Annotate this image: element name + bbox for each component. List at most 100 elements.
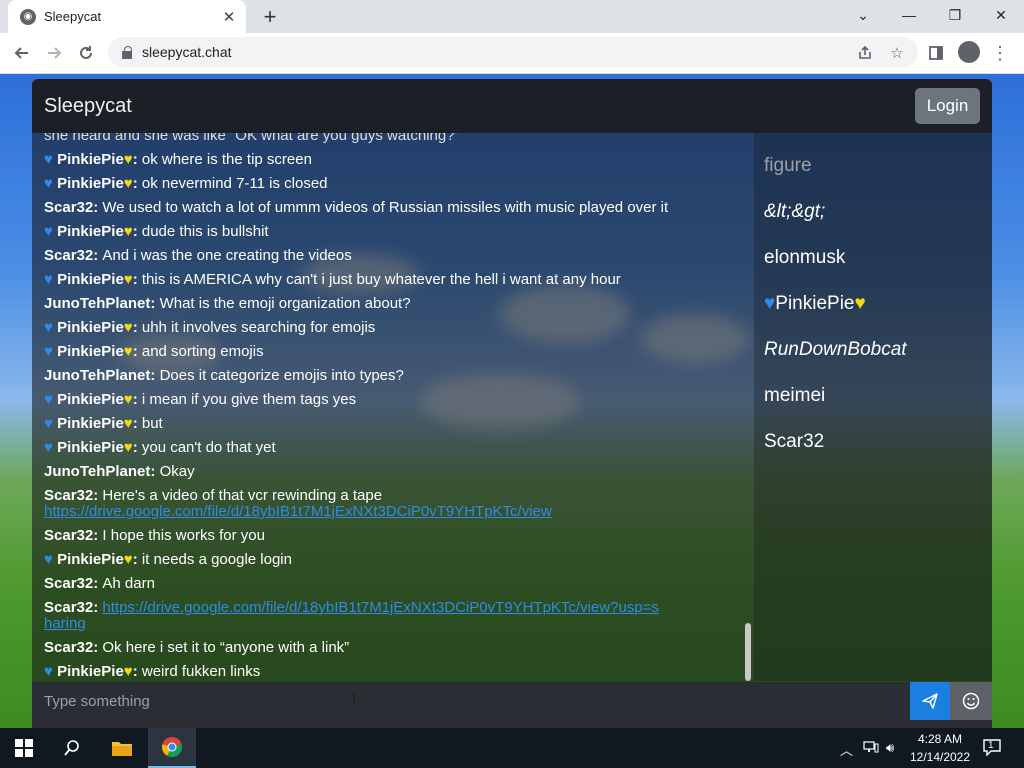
chat-message: ♥ PinkiePie♥: i mean if you give them ta… <box>44 388 744 412</box>
author-separator: : <box>150 295 160 312</box>
side-panel-icon[interactable] <box>922 39 950 67</box>
share-icon[interactable] <box>856 44 874 62</box>
chat-message: JunoTehPlanet: What is the emoji organiz… <box>44 292 744 316</box>
start-button[interactable] <box>0 728 48 768</box>
message-link[interactable]: https://drive.google.com/file/d/18ybIB1t… <box>44 599 659 632</box>
message-author[interactable]: PinkiePie <box>57 391 124 408</box>
notification-center-button[interactable]: 1 <box>982 738 1002 757</box>
tray-chevron-icon[interactable]: ︿ <box>840 740 853 759</box>
message-author[interactable]: PinkiePie <box>57 343 124 360</box>
close-window-button[interactable]: ✕ <box>978 0 1024 30</box>
tab-search-icon[interactable]: ⌄ <box>840 0 886 30</box>
message-author[interactable]: PinkiePie <box>57 319 124 336</box>
lock-icon[interactable] <box>120 45 134 59</box>
bookmark-star-icon[interactable]: ☆ <box>888 44 906 62</box>
menu-kebab-icon[interactable]: ⋮ <box>986 39 1014 67</box>
chat-message: ♥ PinkiePie♥: but <box>44 412 744 436</box>
windows-logo-icon <box>15 739 33 757</box>
taskbar-clock[interactable]: 4:28 AM 12/14/2022 <box>906 730 974 766</box>
message-author[interactable]: PinkiePie <box>57 663 124 680</box>
tab-close-icon[interactable]: ✕ <box>220 8 238 26</box>
profile-avatar-icon[interactable] <box>958 41 980 63</box>
message-author[interactable]: PinkiePie <box>57 151 124 168</box>
message-author[interactable]: PinkiePie <box>57 223 124 240</box>
user-list-item[interactable]: &lt;&gt; <box>764 201 825 223</box>
author-separator: : <box>93 575 103 592</box>
author-separator: : <box>93 639 103 656</box>
author-separator: : <box>132 663 142 680</box>
message-link[interactable]: https://drive.google.com/file/d/18ybIB1t… <box>44 503 552 520</box>
blue-heart-icon: ♥ <box>44 223 58 240</box>
blue-heart-icon: ♥ <box>44 319 58 336</box>
message-author[interactable]: PinkiePie <box>57 439 124 456</box>
volume-icon[interactable]: 🔊︎ <box>886 740 894 756</box>
blue-heart-icon: ♥ <box>44 271 58 288</box>
chat-message: ♥ PinkiePie♥: uhh it involves searching … <box>44 316 744 340</box>
new-tab-button[interactable]: + <box>256 4 284 30</box>
chat-scrollbar[interactable] <box>745 623 751 681</box>
message-text: ok where is the tip screen <box>141 151 312 168</box>
user-list-item[interactable]: Scar32 <box>764 431 824 453</box>
search-taskbar-button[interactable] <box>48 728 96 768</box>
message-author[interactable]: JunoTehPlanet <box>44 367 150 384</box>
forward-icon[interactable] <box>40 39 68 67</box>
user-list-item[interactable]: figure <box>764 155 812 177</box>
message-author[interactable]: PinkiePie <box>57 551 124 568</box>
back-icon[interactable] <box>8 39 36 67</box>
author-separator: : <box>93 527 103 544</box>
message-author[interactable]: Scar32 <box>44 487 93 504</box>
user-name: meimei <box>764 385 826 406</box>
message-input[interactable] <box>32 682 910 720</box>
address-bar[interactable]: sleepycat.chat ☆ <box>108 37 918 67</box>
chat-message: Scar32: I hope this works for you <box>44 524 744 548</box>
message-text: Here's a video of that vcr rewinding a t… <box>102 487 383 504</box>
message-author[interactable]: Scar32 <box>44 199 93 216</box>
user-list-item[interactable]: RunDownBobcat <box>764 339 907 361</box>
message-author[interactable]: PinkiePie <box>57 271 124 288</box>
message-author[interactable]: Scar32 <box>44 247 93 264</box>
yellow-heart-icon: ♥ <box>123 663 133 680</box>
yellow-heart-icon: ♥ <box>123 319 133 336</box>
message-text: weird fukken links <box>141 663 261 680</box>
message-author[interactable]: Scar32 <box>44 639 93 656</box>
reload-icon[interactable] <box>72 39 100 67</box>
message-text: but <box>141 415 163 432</box>
app-title: Sleepycat <box>44 95 132 117</box>
login-button[interactable]: Login <box>915 88 980 124</box>
network-icon[interactable] <box>863 740 879 757</box>
user-name: elonmusk <box>764 247 846 268</box>
emoji-button[interactable] <box>950 682 992 720</box>
file-explorer-button[interactable] <box>98 728 146 768</box>
url-text[interactable]: sleepycat.chat <box>142 44 232 60</box>
message-author[interactable]: PinkiePie <box>57 175 124 192</box>
text-cursor-icon: I <box>352 690 357 707</box>
search-icon <box>64 740 79 756</box>
chat-log[interactable]: she heard and she was like "OK what are … <box>32 133 750 681</box>
restore-button[interactable]: ❐ <box>932 0 978 30</box>
chat-message: Scar32: https://drive.google.com/file/d/… <box>44 596 664 636</box>
user-name: RunDownBobcat <box>764 339 907 360</box>
yellow-heart-icon: ♥ <box>854 293 866 314</box>
message-author[interactable]: Scar32 <box>44 527 93 544</box>
chat-message: ♥ PinkiePie♥: weird fukken links <box>44 660 744 681</box>
message-author[interactable]: JunoTehPlanet <box>44 295 150 312</box>
message-author[interactable]: Scar32 <box>44 599 93 616</box>
message-author[interactable]: PinkiePie <box>57 415 124 432</box>
minimize-button[interactable]: — <box>886 0 932 30</box>
message-author[interactable]: Scar32 <box>44 575 93 592</box>
send-button[interactable] <box>910 682 950 720</box>
message-text: you can't do that yet <box>141 439 276 456</box>
user-list-item[interactable]: elonmusk <box>764 247 845 269</box>
author-separator: : <box>132 319 142 336</box>
smiley-icon <box>962 692 980 710</box>
user-list-item[interactable]: meimei <box>764 385 825 407</box>
chrome-taskbar-button[interactable] <box>148 728 196 768</box>
message-text: Ok here i set it to “anyone with a link” <box>102 639 350 656</box>
message-text: Ah darn <box>102 575 155 592</box>
yellow-heart-icon: ♥ <box>123 175 133 192</box>
user-list-item[interactable]: ♥PinkiePie♥ <box>764 293 866 315</box>
browser-tab[interactable]: ◉ Sleepycat ✕ <box>8 0 246 33</box>
chat-message: ♥ PinkiePie♥: it needs a google login <box>44 548 744 572</box>
message-author[interactable]: JunoTehPlanet <box>44 463 150 480</box>
author-separator: : <box>132 551 142 568</box>
